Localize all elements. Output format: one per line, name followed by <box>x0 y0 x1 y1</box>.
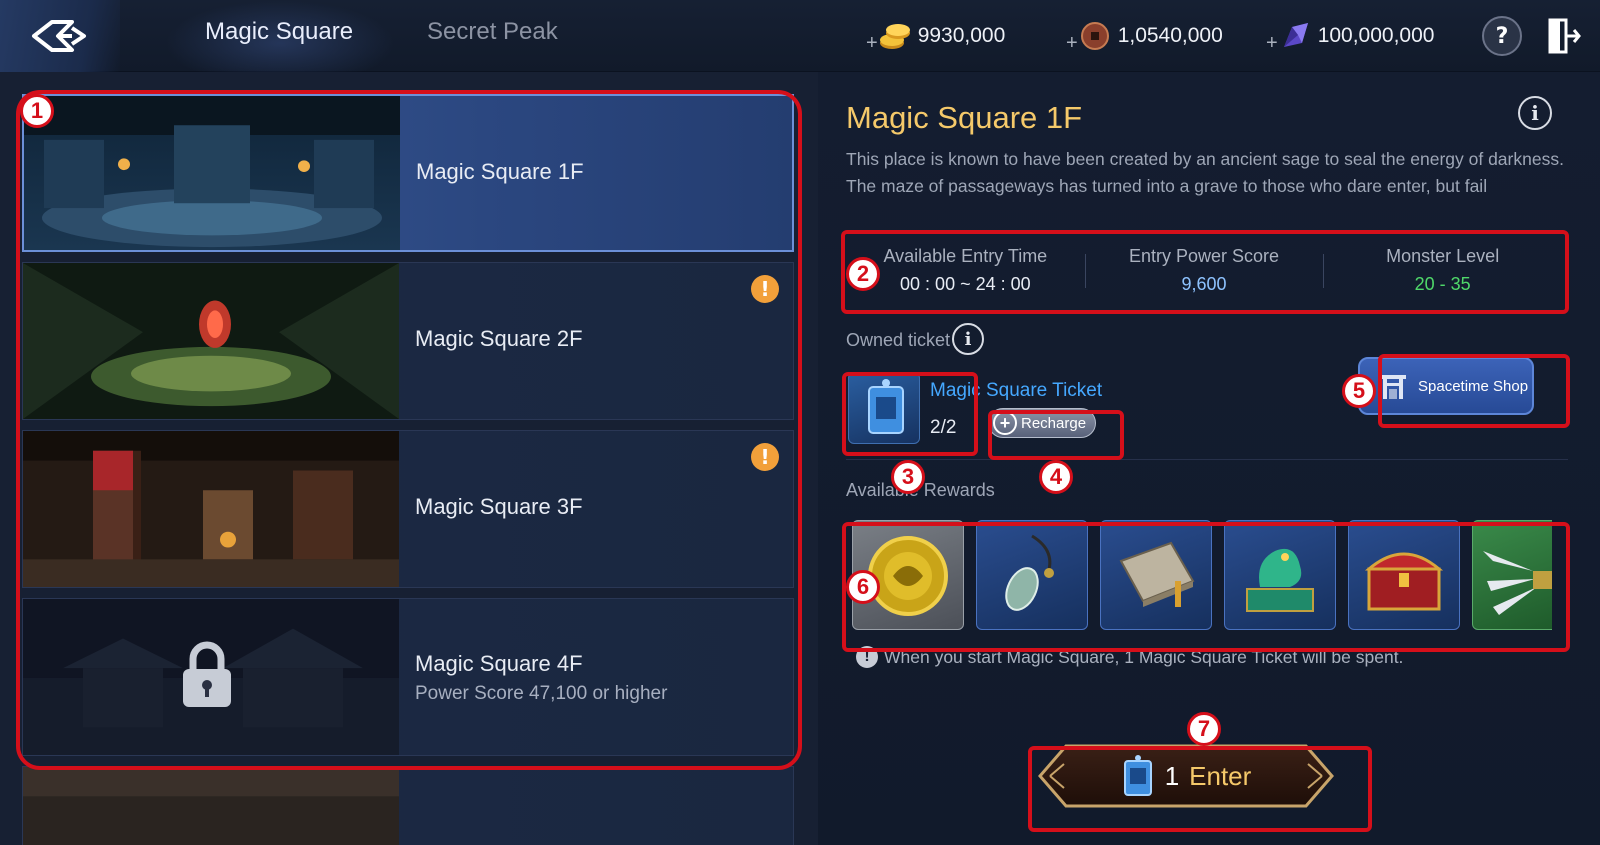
reward-slot-4[interactable] <box>1224 520 1336 630</box>
detail-info-icon[interactable]: i <box>1518 96 1552 130</box>
monster-level-value: 20 - 35 <box>1414 274 1471 294</box>
question-icon: ? <box>1495 23 1509 49</box>
stat-monster-level: Monster Level 20 - 35 <box>1323 232 1562 306</box>
floor-3f-alert-icon: ! <box>751 443 779 471</box>
treasure-chest-icon <box>1364 552 1444 611</box>
annotation-number-6: 6 <box>846 570 880 604</box>
purple-crystal-icon <box>1283 23 1308 47</box>
description-line-2: The maze of passageways has turned into … <box>846 176 1488 196</box>
detail-description: This place is known to have been created… <box>846 146 1566 200</box>
recharge-label: Recharge <box>1021 414 1087 432</box>
add-gold-plus: + <box>866 31 878 54</box>
top-bar: Magic Square Secret Peak + 9930,000 + 1,… <box>0 0 1600 72</box>
book-icon <box>1119 541 1195 607</box>
ticket-item-slot[interactable] <box>848 372 920 444</box>
annotation-number-4: 4 <box>1039 460 1073 494</box>
help-button[interactable]: ? <box>1482 16 1522 56</box>
floor-2f-title: Magic Square 2F <box>415 326 583 351</box>
annotation-number-3: 3 <box>891 460 925 494</box>
description-line-1: This place is known to have been created… <box>846 149 1564 169</box>
floor-card-2f[interactable]: Magic Square 2F ! <box>22 262 794 420</box>
owned-ticket-label: Owned ticket <box>846 330 951 350</box>
power-score-value: 9,600 <box>1181 274 1227 294</box>
floor-card-4f[interactable]: Magic Square 4F Power Score 47,100 or hi… <box>22 598 794 756</box>
recharge-button[interactable]: + Recharge <box>988 408 1096 438</box>
ticket-count: 2/2 <box>930 417 957 438</box>
ticket-spend-note: ! When you start Magic Square, 1 Magic S… <box>856 646 1403 668</box>
entry-time-label: Available Entry Time <box>883 246 1048 266</box>
enter-ticket-cost: 1 <box>1164 760 1180 791</box>
enter-ticket-icon <box>1123 755 1152 796</box>
crystal-amount: 100,000,000 <box>1317 24 1435 47</box>
enter-button[interactable]: 1 Enter <box>1036 742 1336 810</box>
stat-power-score: Entry Power Score 9,600 <box>1084 232 1324 306</box>
annotation-number-2: 2 <box>846 257 880 291</box>
floor-4f-title: Magic Square 4F <box>415 651 583 676</box>
silver-claw-weapon-icon <box>1483 551 1552 615</box>
magic-square-ticket-icon <box>868 379 904 434</box>
bronze-amount: 1,0540,000 <box>1117 24 1223 47</box>
gold-amount: 9930,000 <box>917 24 1006 47</box>
floor-4f-requirement: Power Score 47,100 or higher <box>415 683 668 704</box>
floor-3f-thumbnail <box>23 431 399 587</box>
floor-1f-thumbnail <box>24 96 400 250</box>
floor-card-partial[interactable] <box>22 766 794 845</box>
back-button[interactable] <box>0 0 120 72</box>
annotation-number-5: 5 <box>1342 374 1376 408</box>
floor-next-thumbnail <box>23 767 399 845</box>
note-text: When you start Magic Square, 1 Magic Squ… <box>884 646 1404 667</box>
reward-slot-2[interactable] <box>976 520 1088 630</box>
annotation-number-1: 1 <box>20 94 54 128</box>
tab-magic-square[interactable]: Magic Square <box>205 18 353 46</box>
enter-button-frame <box>1038 744 1334 808</box>
owned-ticket-info-icon[interactable]: i <box>952 323 984 355</box>
rewards-list <box>852 520 1552 630</box>
floor-2f-alert-icon: ! <box>751 275 779 303</box>
stat-entry-time: Available Entry Time 00 : 00 ~ 24 : 00 <box>846 232 1085 306</box>
warning-icon: ! <box>856 646 878 668</box>
jade-pendant-icon <box>1005 534 1054 611</box>
shop-label: Spacetime Shop <box>1418 377 1529 395</box>
annotation-number-7: 7 <box>1187 712 1221 746</box>
currency-bronze[interactable]: + 1,0540,000 <box>1066 20 1223 54</box>
floor-card-3f[interactable]: Magic Square 3F ! <box>22 430 794 588</box>
floor-2f-thumbnail <box>23 263 399 419</box>
add-bronze-plus: + <box>1066 31 1078 54</box>
back-arrow-icon <box>32 20 86 52</box>
gold-coins-icon <box>879 24 910 49</box>
power-score-label: Entry Power Score <box>1128 246 1280 266</box>
currency-crystal[interactable]: + 100,000,000 <box>1266 20 1435 54</box>
bronze-coin-icon <box>1080 22 1109 50</box>
enter-label: Enter <box>1189 760 1252 791</box>
section-divider <box>846 459 1568 460</box>
ticket-name-link[interactable]: Magic Square Ticket <box>930 380 1102 402</box>
tab-secret-peak[interactable]: Secret Peak <box>427 18 558 46</box>
reward-slot-3[interactable] <box>1100 520 1212 630</box>
reward-slot-5[interactable] <box>1348 520 1460 630</box>
entry-time-value: 00 : 00 ~ 24 : 00 <box>900 274 1031 294</box>
monster-level-label: Monster Level <box>1386 246 1500 266</box>
detail-title: Magic Square 1F <box>846 100 1083 135</box>
floor-3f-title: Magic Square 3F <box>415 494 583 519</box>
exit-door-icon <box>1548 18 1581 54</box>
add-crystal-plus: + <box>1266 31 1278 54</box>
exit-button[interactable] <box>1544 16 1584 56</box>
shop-gate-icon <box>1380 375 1406 399</box>
plus-circle-icon: + <box>993 411 1017 435</box>
currency-gold[interactable]: + 9930,000 <box>866 20 1006 54</box>
floor-1f-title: Magic Square 1F <box>416 159 584 184</box>
entry-stats: Available Entry Time 00 : 00 ~ 24 : 00 E… <box>846 232 1562 306</box>
lock-icon <box>183 641 231 707</box>
floor-card-1f[interactable]: Magic Square 1F <box>22 94 794 252</box>
reward-slot-6[interactable] <box>1472 520 1552 630</box>
jade-dragon-seal-icon <box>1246 548 1314 612</box>
spacetime-shop-button[interactable]: Spacetime Shop <box>1358 357 1534 415</box>
floor-list: Magic Square 1F Magic Square 2F ! Magic … <box>0 72 818 845</box>
